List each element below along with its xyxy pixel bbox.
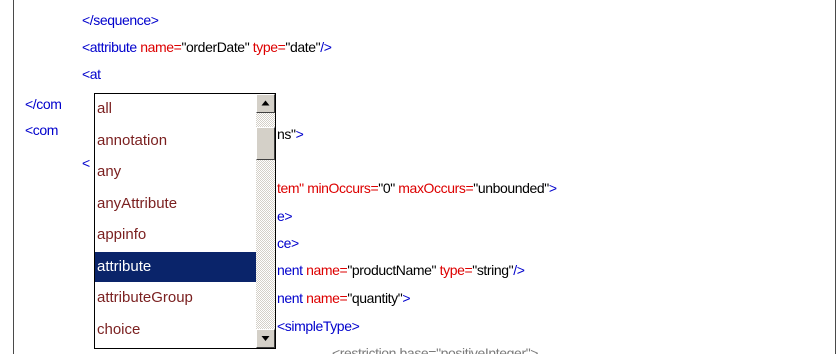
code-line: tem" minOccurs="0" maxOccurs="unbounded"… — [277, 180, 557, 196]
autocomplete-list[interactable]: all annotation any anyAttribute appinfo attri… — [95, 94, 256, 348]
code-token: tem" minOccurs= — [277, 180, 379, 196]
code-token: "date" — [285, 39, 321, 55]
code-token: </sequence> — [82, 12, 159, 28]
code-line: nent name="quantity"> — [277, 290, 410, 306]
code-token: "quantity" — [347, 290, 403, 306]
code-token: nent — [277, 290, 307, 306]
code-line: < — [82, 155, 90, 171]
scrollbar[interactable] — [256, 94, 275, 348]
autocomplete-item[interactable]: all — [95, 94, 256, 124]
autocomplete-item[interactable]: annotation — [95, 126, 256, 156]
code-line: <com — [25, 122, 58, 138]
code-line: <restriction base="positiveInteger"> — [332, 345, 538, 354]
code-token: type= — [252, 39, 286, 55]
code-token: <at — [82, 66, 101, 82]
code-token: type= — [439, 262, 473, 278]
code-line: ns"> — [277, 126, 304, 142]
code-token: e> — [277, 208, 293, 224]
code-token: "orderDate" — [181, 39, 253, 55]
autocomplete-item[interactable]: anyAttribute — [95, 189, 256, 219]
code-line: e> — [277, 208, 293, 224]
arrow-down-icon — [261, 336, 270, 341]
code-line: <attribute name="orderDate" type="date"/… — [82, 39, 332, 55]
autocomplete-item[interactable]: attribute — [95, 251, 256, 282]
code-line: <simpleType> — [277, 318, 360, 334]
code-token: maxOccurs= — [398, 180, 474, 196]
code-token: < — [82, 155, 90, 171]
code-token: </com — [25, 96, 62, 112]
code-token: <com — [25, 122, 59, 138]
code-token: <restriction base="positiveInteger"> — [332, 345, 539, 354]
autocomplete-item[interactable]: attributeGroup — [95, 283, 256, 313]
code-line: <at — [82, 66, 101, 82]
code-token: name= — [140, 39, 182, 55]
code-token: name= — [306, 290, 348, 306]
arrow-up-icon — [261, 100, 270, 106]
autocomplete-item[interactable]: appinfo — [95, 220, 256, 250]
code-token: <attribute — [82, 39, 141, 55]
code-token: ns" — [277, 126, 296, 142]
scroll-up-button[interactable] — [256, 94, 275, 113]
code-token: > — [295, 126, 304, 142]
autocomplete-popup[interactable]: all annotation any anyAttribute appinfo attri… — [94, 93, 276, 349]
code-token: /> — [320, 39, 332, 55]
code-token: name= — [306, 262, 348, 278]
code-token: "unbounded" — [473, 180, 549, 196]
code-token: "productName" — [347, 262, 440, 278]
scroll-down-button[interactable] — [256, 329, 275, 348]
code-token: nent — [277, 262, 307, 278]
code-token: "0" — [378, 180, 399, 196]
code-token: > — [548, 180, 557, 196]
code-token: ce> — [277, 235, 299, 251]
code-token: > — [402, 290, 411, 306]
code-line: nent name="productName" type="string"/> — [277, 262, 525, 278]
code-token: /> — [513, 262, 525, 278]
scrollbar-thumb[interactable] — [256, 127, 275, 160]
autocomplete-item[interactable]: any — [95, 157, 256, 187]
code-token: <simpleType> — [277, 318, 360, 334]
code-line: </com — [25, 96, 62, 112]
code-line: ce> — [277, 235, 299, 251]
autocomplete-item[interactable]: choice — [95, 315, 256, 345]
code-token: "string" — [472, 262, 514, 278]
code-line: </sequence> — [82, 12, 159, 28]
